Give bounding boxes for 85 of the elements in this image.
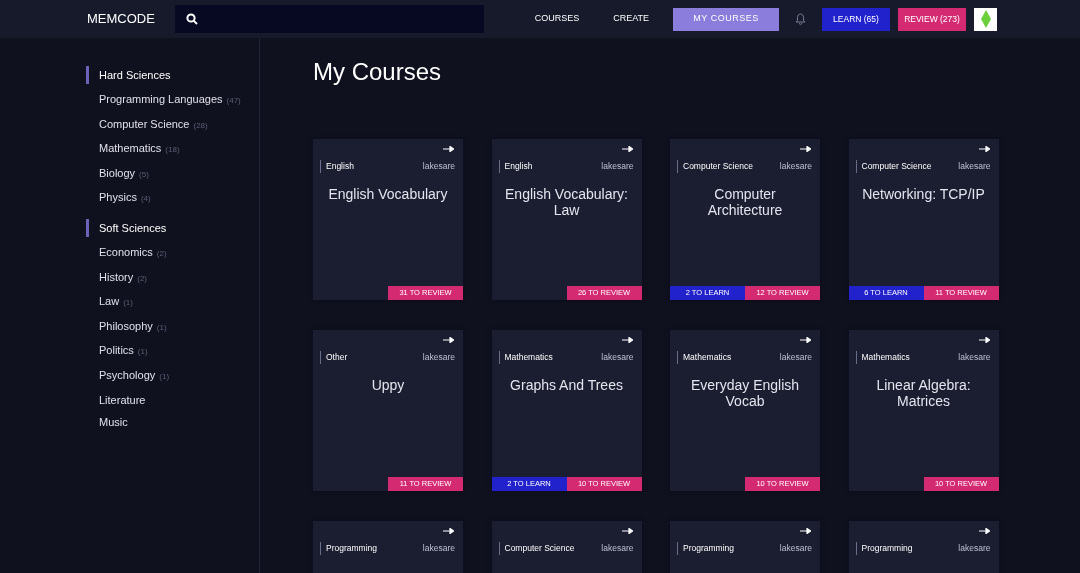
- course-category: Programming: [677, 541, 735, 555]
- course-author: lakesare: [422, 541, 455, 555]
- review-button[interactable]: REVIEW (273): [898, 7, 966, 31]
- arrow-icon[interactable]: [800, 145, 811, 152]
- course-title: Everyday English Vocab: [689, 375, 801, 409]
- arrow-icon[interactable]: [800, 336, 811, 343]
- category-item[interactable]: Economics (2): [86, 240, 259, 266]
- course-author: lakesare: [958, 350, 991, 364]
- course-category: Programming: [855, 541, 913, 555]
- course-category: Other: [320, 350, 348, 364]
- course-author: lakesare: [779, 350, 812, 364]
- course-author: lakesare: [779, 159, 812, 173]
- course-category: Computer Science: [677, 159, 753, 173]
- arrow-icon[interactable]: [978, 527, 990, 534]
- avatar[interactable]: [974, 7, 997, 31]
- category-item[interactable]: Computer Science (28): [86, 112, 259, 138]
- course-title: Uppy: [370, 375, 406, 393]
- arrow-icon[interactable]: [621, 527, 633, 534]
- course-author: lakesare: [958, 541, 991, 555]
- course-category: Programming: [320, 541, 378, 555]
- category-item[interactable]: Law (1): [86, 290, 259, 315]
- arrow-icon[interactable]: [800, 527, 811, 534]
- category-item[interactable]: Programming Languages (47): [86, 88, 259, 113]
- arrow-icon[interactable]: [978, 336, 990, 343]
- course-author: lakesare: [422, 350, 455, 364]
- course-category: Computer Science: [855, 159, 932, 173]
- arrow-icon[interactable]: [443, 336, 454, 343]
- search-field[interactable]: [175, 5, 484, 33]
- course-title: Networking: TCP/IP: [861, 184, 986, 202]
- category-item[interactable]: Mathematics (18): [86, 137, 259, 162]
- course-title: Linear Algebra: Matrices: [875, 375, 972, 409]
- course-card[interactable]: Programming lakesare: [670, 520, 820, 573]
- course-card[interactable]: Programming lakesare: [313, 520, 463, 573]
- arrow-icon[interactable]: [621, 336, 633, 343]
- arrow-icon[interactable]: [443, 527, 454, 534]
- category-item[interactable]: Literature: [86, 388, 259, 412]
- nav-link[interactable]: COURSES: [524, 6, 590, 32]
- arrow-icon[interactable]: [621, 145, 633, 152]
- course-title: Computer Architecture: [706, 184, 784, 218]
- item-count: (4): [140, 194, 151, 204]
- category-item[interactable]: Physics (4): [86, 186, 259, 211]
- learn-button[interactable]: LEARN (65): [822, 7, 890, 31]
- item-count: (1): [156, 322, 167, 332]
- category-item[interactable]: Biology (5): [86, 161, 259, 187]
- course-author: lakesare: [601, 350, 634, 364]
- course-author: lakesare: [601, 159, 634, 173]
- item-count: (2): [156, 248, 167, 258]
- course-card[interactable]: Computer Science lakesare: [491, 520, 642, 573]
- course-title: English Vocabulary: Law: [504, 184, 629, 218]
- item-count: (1): [137, 347, 148, 357]
- item-count: (47): [226, 96, 241, 105]
- item-count: (2): [137, 273, 147, 283]
- category-item[interactable]: History (2): [86, 265, 259, 291]
- arrow-icon[interactable]: [443, 145, 454, 152]
- diamond-icon: [980, 10, 991, 28]
- course-category: Computer Science: [498, 541, 575, 555]
- category-item[interactable]: Music: [86, 411, 259, 434]
- category-item[interactable]: Psychology (1): [86, 363, 259, 389]
- page-title: My Courses: [313, 58, 443, 87]
- course-category: Mathematics: [677, 350, 732, 364]
- item-count: (5): [139, 169, 149, 179]
- course-category: Mathematics: [498, 350, 553, 364]
- item-count: (18): [165, 145, 180, 155]
- category-item[interactable]: Philosophy (1): [86, 314, 259, 340]
- course-title: Graphs And Trees: [509, 375, 624, 393]
- bell-icon[interactable]: [795, 13, 806, 25]
- course-category: Mathematics: [855, 350, 910, 364]
- item-count: (1): [159, 371, 170, 381]
- course-author: lakesare: [601, 541, 634, 555]
- item-count: (28): [193, 120, 208, 130]
- course-author: lakesare: [422, 159, 455, 173]
- brand-logo[interactable]: MEMCODE: [87, 9, 175, 29]
- item-count: (1): [123, 298, 133, 308]
- category-item[interactable]: Politics (1): [86, 339, 259, 364]
- arrow-icon[interactable]: [978, 145, 990, 152]
- course-title: English Vocabulary: [327, 184, 449, 202]
- course-author: lakesare: [958, 159, 991, 173]
- nav-link[interactable]: CREATE: [603, 6, 659, 32]
- category-heading[interactable]: Soft Sciences: [86, 218, 259, 237]
- course-category: English: [320, 159, 354, 173]
- course-author: lakesare: [779, 541, 812, 555]
- category-heading[interactable]: Hard Sciences: [86, 66, 259, 84]
- course-card[interactable]: Programming lakesare: [848, 520, 999, 573]
- course-category: English: [498, 159, 533, 173]
- search-icon: [186, 13, 198, 25]
